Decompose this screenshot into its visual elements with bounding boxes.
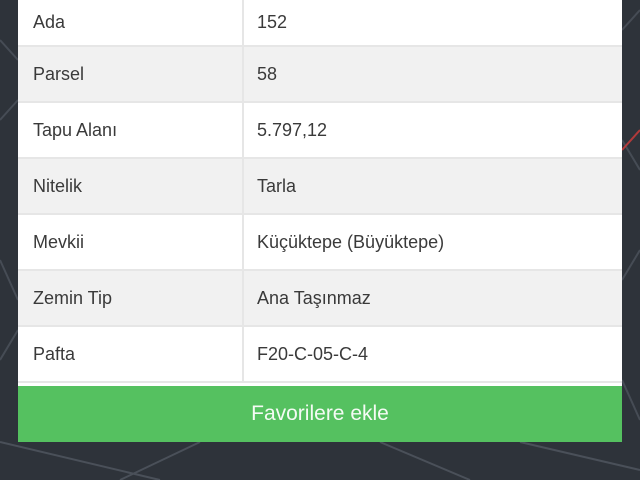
info-row-zemin-tip: Zemin Tip Ana Taşınmaz <box>18 271 622 327</box>
row-label: Parsel <box>18 47 244 101</box>
row-value: 5.797,12 <box>257 119 328 140</box>
parcel-info-sheet: Ada 152 Parsel 58 Tapu Alanı 5.797,12 Ni… <box>18 0 622 442</box>
row-label: Tapu Alanı <box>18 103 244 157</box>
info-row-nitelik: Nitelik Tarla <box>18 159 622 215</box>
add-to-favorites-button[interactable]: Favorilere ekle <box>18 386 622 442</box>
row-value: Küçüktepe (Büyüktepe) <box>257 231 445 252</box>
info-row-mevkii: Mevkii Küçüktepe (Büyüktepe) <box>18 215 622 271</box>
row-value: Tarla <box>257 175 297 196</box>
row-value: F20-C-05-C-4 <box>257 343 369 364</box>
row-label: Zemin Tip <box>18 271 244 325</box>
row-value: 58 <box>257 63 278 84</box>
row-label: Ada <box>18 0 244 45</box>
parcel-detail-screen: Ada 152 Parsel 58 Tapu Alanı 5.797,12 Ni… <box>0 0 640 480</box>
row-value: 152 <box>257 12 288 32</box>
row-label: Nitelik <box>18 159 244 213</box>
row-label: Mevkii <box>18 215 244 269</box>
info-row-ada: Ada 152 <box>18 0 622 47</box>
parcel-info-table: Ada 152 Parsel 58 Tapu Alanı 5.797,12 Ni… <box>18 0 622 383</box>
info-row-pafta: Pafta F20-C-05-C-4 <box>18 327 622 383</box>
row-label: Pafta <box>18 327 244 381</box>
row-value: Ana Taşınmaz <box>257 287 371 308</box>
info-row-parsel: Parsel 58 <box>18 47 622 103</box>
info-row-tapu-alani: Tapu Alanı 5.797,12 <box>18 103 622 159</box>
